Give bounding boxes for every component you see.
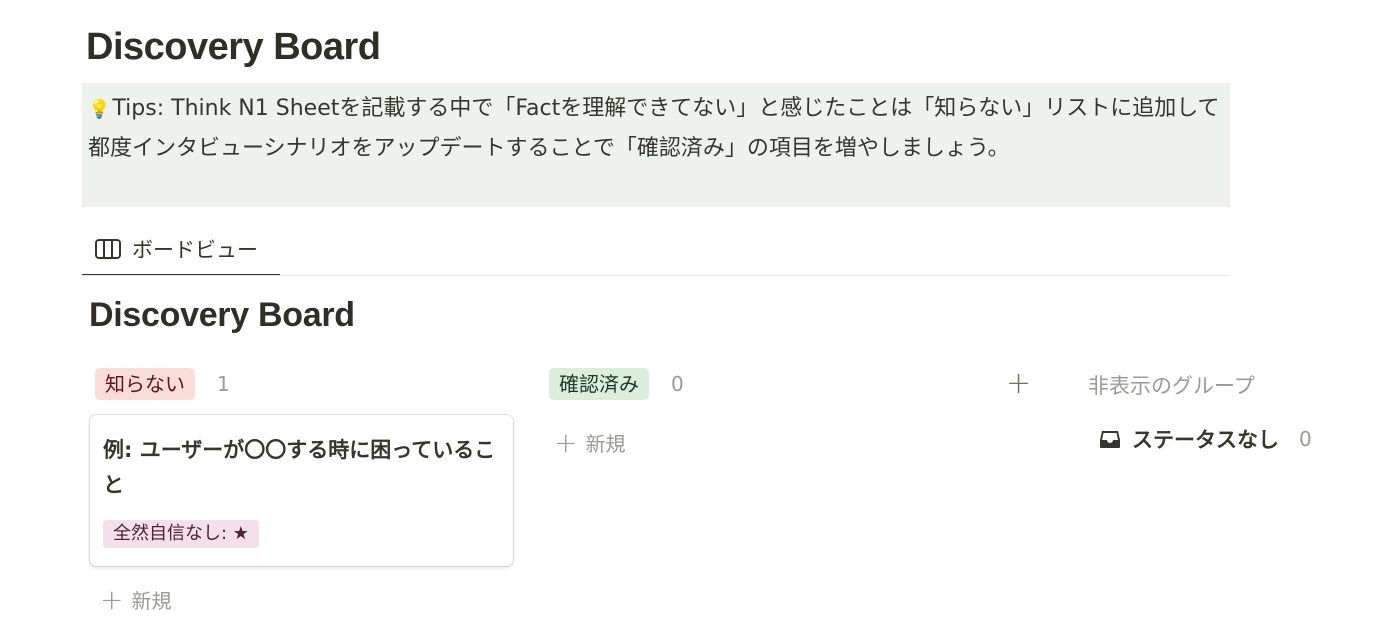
- board-card[interactable]: 例: ユーザーが〇〇する時に困っていること 全然自信なし: ★: [90, 415, 513, 566]
- hidden-group-label: ステータスなし: [1132, 428, 1279, 452]
- page: Discovery Board 💡Tips: Think N1 Sheetを記載…: [0, 0, 1400, 641]
- inbox-icon: [1100, 431, 1120, 448]
- new-label: 新規: [585, 432, 626, 456]
- plus-icon: +: [100, 582, 124, 616]
- tab-board-view[interactable]: ボードビュー: [82, 224, 280, 276]
- add-group-button[interactable]: +: [1006, 366, 1031, 401]
- new-card-button[interactable]: + 新規: [100, 585, 171, 614]
- new-label: 新規: [131, 589, 172, 613]
- status-pill: 確認済み: [549, 368, 649, 400]
- tips-callout: 💡Tips: Think N1 Sheetを記載する中で「Factを理解できてな…: [82, 83, 1230, 207]
- plus-icon: +: [554, 425, 578, 459]
- confidence-tag: 全然自信なし: ★: [103, 520, 259, 548]
- lightbulb-icon: 💡: [88, 99, 111, 120]
- hidden-group-no-status[interactable]: ステータスなし 0: [1098, 424, 1312, 454]
- hidden-group-count: 0: [1299, 427, 1312, 451]
- hidden-groups-heading: 非表示のグループ: [1088, 374, 1255, 398]
- board-view-icon: [95, 239, 121, 259]
- board-title: Discovery Board: [89, 296, 355, 334]
- card-title: 例: ユーザーが〇〇する時に困っていること: [103, 438, 496, 497]
- new-card-button[interactable]: + 新規: [554, 428, 625, 457]
- status-pill: 知らない: [95, 368, 195, 400]
- callout-text: Tips: Think N1 Sheetを記載する中で「Factを理解できてない…: [88, 96, 1220, 161]
- column-header-confirmed[interactable]: 確認済み 0: [549, 368, 684, 400]
- column-count: 0: [671, 372, 684, 396]
- tab-label: ボードビュー: [132, 238, 258, 262]
- page-title: Discovery Board: [86, 26, 381, 68]
- column-header-unknown[interactable]: 知らない 1: [95, 368, 230, 400]
- tab-divider: [82, 275, 1230, 276]
- column-count: 1: [217, 372, 230, 396]
